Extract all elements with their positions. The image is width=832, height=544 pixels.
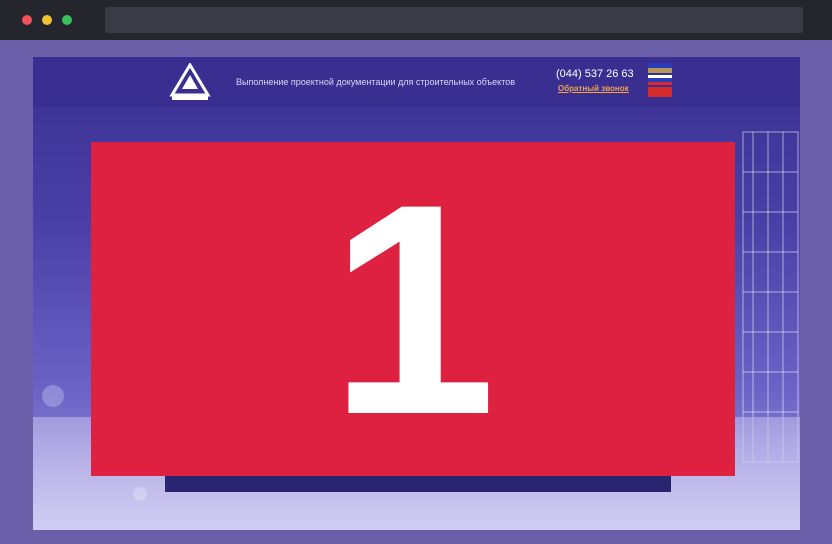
maximize-window-dot[interactable] [62,15,72,25]
address-bar[interactable] [105,7,803,33]
site-header: Выполнение проектной документации для ст… [33,57,800,107]
minimize-window-dot[interactable] [42,15,52,25]
phone-number[interactable]: (044) 537 26 63 [556,68,634,80]
site-tagline: Выполнение проектной документации для ст… [236,77,516,87]
overlay-number: 1 [329,141,497,477]
browser-toolbar [0,0,832,40]
decor-circle [133,487,147,501]
logo-icon[interactable] [168,63,212,101]
decor-circle [42,385,64,407]
flag-en-icon[interactable] [648,87,672,97]
close-window-dot[interactable] [22,15,32,25]
flag-ru-icon[interactable] [648,75,672,85]
number-overlay: 1 [91,142,735,476]
language-flags [648,63,672,99]
flag-ua-icon[interactable] [648,63,672,73]
callback-link[interactable]: Обратный звонок [558,84,629,93]
